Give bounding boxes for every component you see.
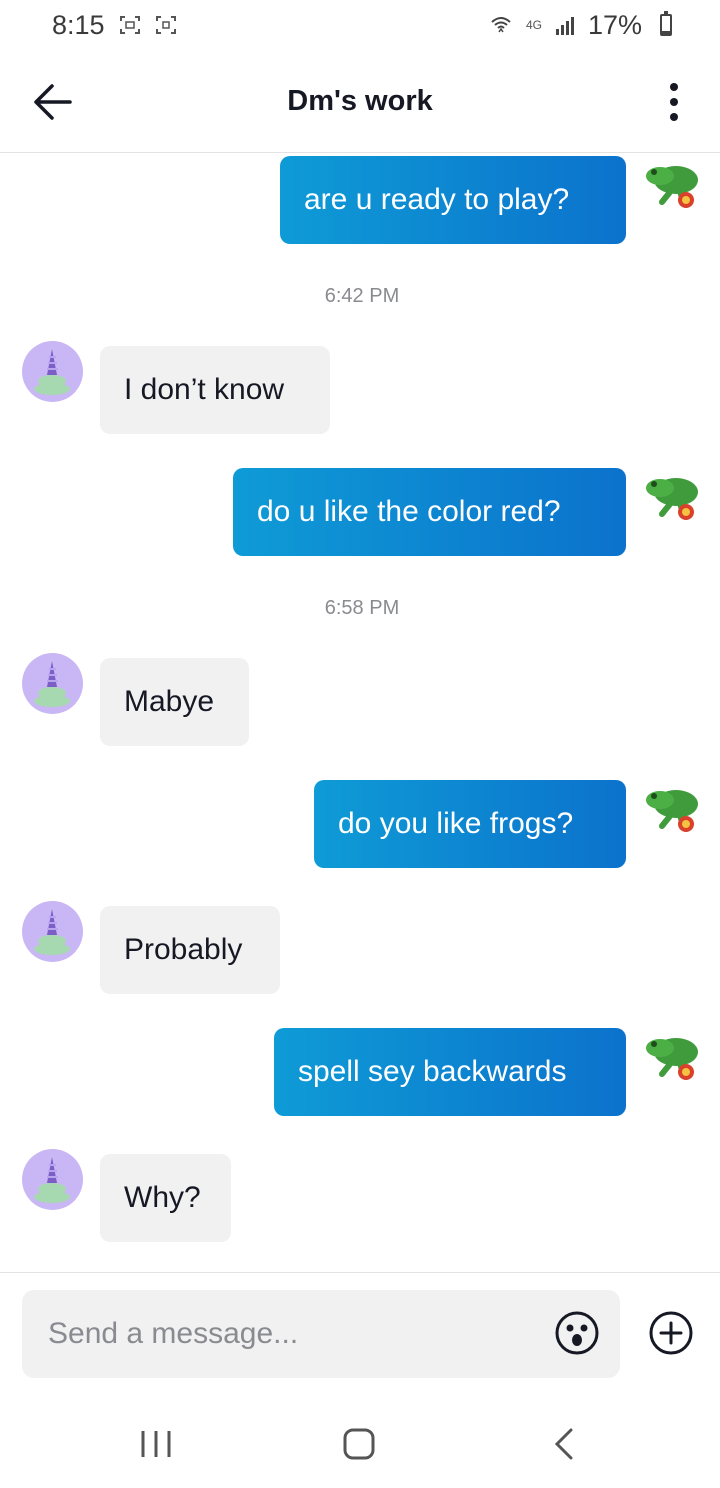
battery-icon [660, 11, 672, 36]
wifi-icon [491, 17, 511, 33]
message-bubble-outgoing[interactable]: do u like the color red? [233, 468, 626, 556]
more-vertical-icon[interactable] [664, 80, 684, 124]
message-bubble-incoming[interactable]: I don’t know [100, 346, 330, 434]
screen-record-icon [155, 16, 176, 34]
contact-avatar[interactable] [22, 653, 83, 714]
message-bubble-outgoing[interactable]: spell sey backwards [274, 1028, 626, 1116]
screenshot-icon [119, 16, 140, 34]
message-bubble-outgoing[interactable]: do you like frogs? [314, 780, 626, 868]
contact-avatar[interactable] [22, 341, 83, 402]
battery-percent: 17% [587, 9, 642, 40]
chat-title: Dm's work [287, 84, 433, 117]
message-bubble-incoming[interactable]: Probably [100, 906, 280, 994]
contact-avatar[interactable] [22, 901, 83, 962]
chat-header: Dm's work [0, 50, 720, 153]
system-nav-bar [0, 1395, 720, 1488]
contact-avatar[interactable] [22, 1149, 83, 1210]
composer [0, 1272, 720, 1388]
status-left: 8:15 [52, 10, 177, 41]
message-bubble-incoming[interactable]: Mabye [100, 658, 249, 746]
message-bubble-outgoing[interactable]: are u ready to play? [280, 156, 626, 244]
home-icon[interactable] [342, 1427, 376, 1461]
status-right: 4G 17% [490, 10, 672, 41]
message-list[interactable]: are u ready to play? 6:42 PM I don’t kno… [0, 154, 720, 1272]
message-input[interactable] [48, 1317, 528, 1351]
frog-avatar-icon[interactable] [640, 1030, 704, 1086]
frog-avatar-icon[interactable] [640, 158, 704, 214]
timestamp: 6:58 PM [324, 597, 400, 619]
message-input-container[interactable] [22, 1290, 620, 1378]
plus-circle-icon[interactable] [648, 1310, 694, 1356]
status-time: 8:15 [52, 9, 105, 40]
frog-avatar-icon[interactable] [640, 470, 704, 526]
arrow-left-icon[interactable] [30, 80, 76, 124]
network-type: 4G [525, 18, 542, 32]
recents-icon[interactable] [140, 1429, 172, 1459]
signal-icon [555, 15, 574, 35]
timestamp: 6:42 PM [324, 285, 400, 307]
frog-avatar-icon[interactable] [640, 782, 704, 838]
message-bubble-incoming[interactable]: Why? [100, 1154, 231, 1242]
emoji-icon[interactable] [554, 1310, 600, 1356]
status-bar: 8:15 4G 17% [0, 0, 720, 50]
battery-fill [662, 30, 670, 34]
chevron-left-icon[interactable] [553, 1427, 575, 1461]
